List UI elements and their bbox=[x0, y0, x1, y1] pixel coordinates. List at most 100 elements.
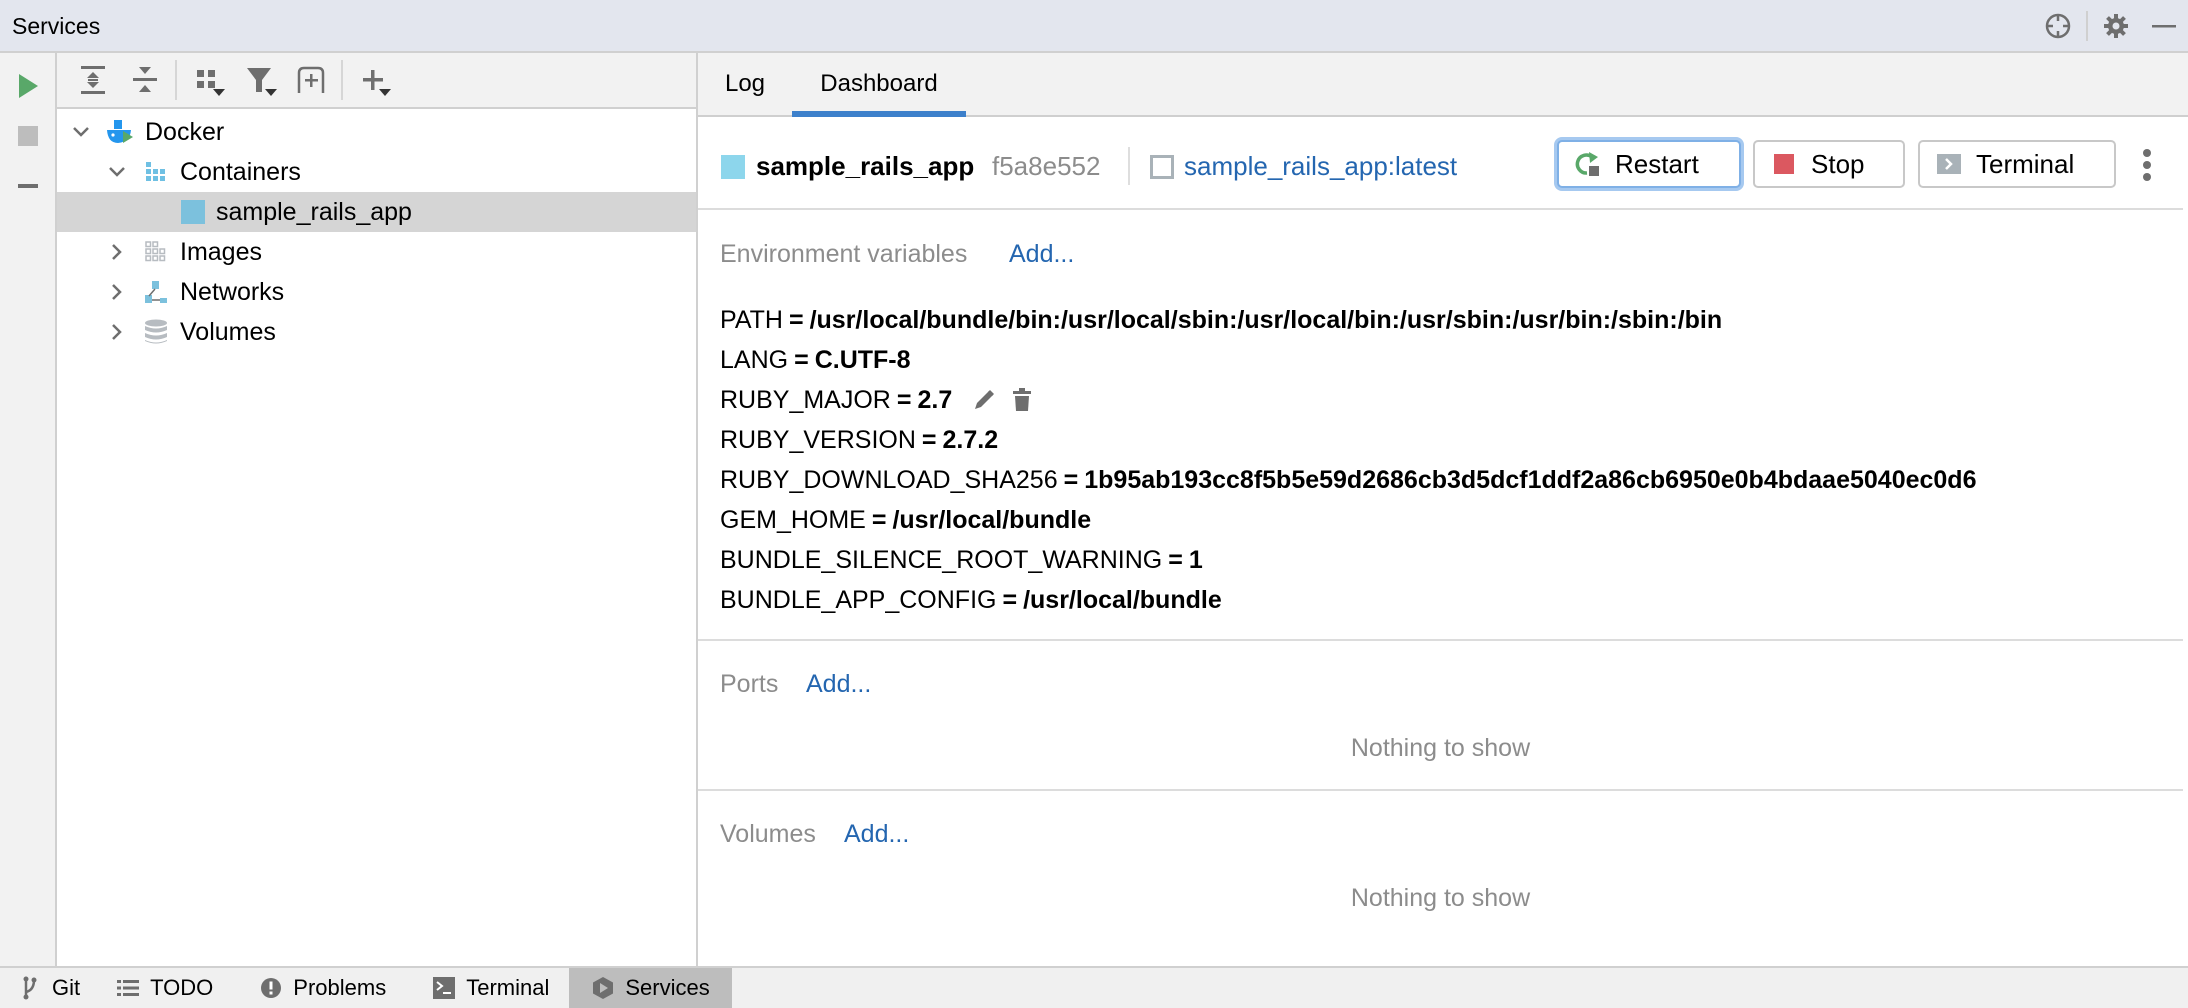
env-var-value: /usr/local/bundle bbox=[892, 505, 1092, 534]
ports-empty-text: Nothing to show bbox=[1350, 734, 1531, 762]
chevron-down-icon[interactable] bbox=[105, 160, 129, 184]
tree-item-docker[interactable]: Docker bbox=[57, 112, 696, 152]
stop-button[interactable]: Stop bbox=[1753, 140, 1905, 188]
env-var-list: PATH =/usr/local/bundle/bin:/usr/local/sb… bbox=[720, 300, 1976, 620]
tree-item-label: Containers bbox=[180, 157, 301, 186]
env-var-row[interactable]: RUBY_DOWNLOAD_SHA256 = 1b95ab193cc8f5b5e59… bbox=[720, 460, 1976, 500]
restart-button[interactable]: Restart bbox=[1557, 140, 1741, 188]
container-id: f5a8e552 bbox=[992, 151, 1101, 181]
docker-icon bbox=[105, 117, 135, 147]
tree-item-label: Docker bbox=[145, 117, 225, 146]
collapse-all-icon bbox=[133, 67, 157, 92]
edit-button[interactable] bbox=[970, 386, 998, 414]
tree-toolbar bbox=[57, 53, 696, 109]
toolbar-separator bbox=[175, 60, 177, 100]
tree-item-images[interactable]: Images bbox=[57, 232, 696, 272]
env-var-row[interactable]: BUNDLE_APP_CONFIG =/usr/local/bundle bbox=[720, 580, 1976, 620]
containers-icon bbox=[141, 157, 171, 187]
volumes-add-link[interactable]: Add... bbox=[844, 820, 909, 849]
tree-item-label: sample_rails_app bbox=[216, 197, 412, 226]
chevron-right-icon[interactable] bbox=[105, 240, 129, 264]
tab-log[interactable]: Log bbox=[698, 53, 792, 115]
stop-button[interactable] bbox=[0, 111, 55, 161]
env-var-key: PATH bbox=[720, 305, 783, 334]
env-var-value: /usr/local/bundle bbox=[1023, 585, 1222, 614]
ports-add-link[interactable]: Add... bbox=[806, 670, 871, 699]
problems-icon bbox=[259, 976, 283, 1000]
env-var-equals: = bbox=[1168, 545, 1183, 574]
more-options-icon[interactable] bbox=[2132, 147, 2162, 183]
env-add-link[interactable]: Add... bbox=[1009, 240, 1074, 269]
header-separator bbox=[1128, 147, 1130, 185]
tool-window-label: Terminal bbox=[466, 975, 550, 1000]
services-tree-panel: Docker Containers sample_rails_app Image… bbox=[57, 53, 698, 966]
volumes-empty-text: Nothing to show bbox=[1350, 884, 1531, 912]
env-var-equals: = bbox=[1063, 465, 1079, 494]
env-var-row[interactable]: LANG = C.UTF-8 bbox=[720, 340, 1976, 380]
tree-item-networks[interactable]: Networks bbox=[57, 272, 696, 312]
restart-icon bbox=[1575, 151, 1601, 177]
filter-button[interactable] bbox=[233, 57, 285, 103]
add-service-icon bbox=[297, 66, 325, 93]
stop-icon bbox=[17, 126, 38, 146]
container-header: sample_rails_app f5a8e552 sample_rails_a… bbox=[698, 117, 2183, 210]
tool-window-problems[interactable]: Problems bbox=[233, 968, 406, 1008]
dropdown-arrow-icon bbox=[213, 89, 225, 96]
tool-window-terminal[interactable]: Terminal bbox=[406, 968, 569, 1008]
env-var-row[interactable]: GEM_HOME =/usr/local/bundle bbox=[720, 500, 1976, 540]
expand-all-button[interactable] bbox=[67, 57, 119, 103]
chevron-right-icon[interactable] bbox=[105, 320, 129, 344]
tree-item-label: Volumes bbox=[180, 317, 276, 346]
terminal-icon bbox=[432, 976, 456, 1000]
chevron-down-icon[interactable] bbox=[69, 120, 93, 144]
tool-window-label: Problems bbox=[293, 975, 387, 1000]
tool-window-services[interactable]: Services bbox=[569, 968, 732, 1008]
new-service-button[interactable] bbox=[285, 57, 337, 103]
tree-item-sample-rails-app[interactable]: sample_rails_app bbox=[57, 192, 696, 232]
minimize-icon[interactable] bbox=[2140, 0, 2188, 51]
env-var-key: RUBY_DOWNLOAD_SHA256 bbox=[720, 465, 1058, 494]
minus-button[interactable] bbox=[0, 161, 55, 211]
delete-button[interactable] bbox=[1008, 386, 1036, 414]
env-var-key: RUBY_MAJOR bbox=[720, 385, 891, 414]
tool-window-label: Services bbox=[625, 975, 710, 1000]
tab-bar: Log Dashboard bbox=[698, 53, 2188, 117]
networks-icon bbox=[141, 277, 171, 307]
stop-label: Stop bbox=[1811, 148, 1865, 179]
env-var-equals: = bbox=[871, 505, 887, 534]
services-icon bbox=[591, 976, 615, 1000]
git-branch-icon bbox=[18, 976, 42, 1000]
group-by-button[interactable] bbox=[181, 57, 233, 103]
trash-icon bbox=[1013, 388, 1032, 411]
minus-icon bbox=[17, 184, 38, 188]
collapse-all-button[interactable] bbox=[119, 57, 171, 103]
env-var-equals: = bbox=[896, 385, 912, 414]
env-var-row[interactable]: RUBY_VERSION = 2.7.2 bbox=[720, 420, 1976, 460]
terminal-button[interactable]: Terminal bbox=[1918, 140, 2116, 188]
env-var-value: C.UTF-8 bbox=[814, 345, 911, 374]
env-var-row[interactable]: BUNDLE_SILENCE_ROOT_WARNING = 1 bbox=[720, 540, 1976, 580]
expand-all-icon bbox=[81, 66, 105, 94]
run-button[interactable] bbox=[0, 61, 55, 111]
tree-item-volumes[interactable]: Volumes bbox=[57, 312, 696, 352]
image-link[interactable]: sample_rails_app:latest bbox=[1184, 151, 1457, 182]
tool-window-todo[interactable]: TODO bbox=[100, 968, 233, 1008]
env-var-row[interactable]: RUBY_MAJOR = 2.7 bbox=[720, 380, 1976, 420]
env-var-key: BUNDLE_SILENCE_ROOT_WARNING bbox=[720, 545, 1163, 574]
terminal-icon bbox=[1936, 151, 1962, 177]
locate-icon[interactable] bbox=[2034, 0, 2082, 51]
add-button[interactable] bbox=[347, 57, 399, 103]
container-status-icon bbox=[721, 155, 745, 179]
env-var-row[interactable]: PATH =/usr/local/bundle/bin:/usr/local/sb… bbox=[720, 300, 1976, 340]
tab-dashboard[interactable]: Dashboard bbox=[792, 53, 966, 117]
gear-icon[interactable] bbox=[2092, 0, 2140, 51]
tool-window-git[interactable]: Git bbox=[0, 968, 100, 1008]
env-var-value: 1b95ab193cc8f5b5e59d2686cb3d5dcf1ddf2a86… bbox=[1084, 465, 1977, 494]
tool-window-bar: Git TODO Problems Terminal Services bbox=[0, 966, 2188, 1008]
toolbar-separator bbox=[341, 60, 343, 100]
images-icon bbox=[141, 237, 171, 267]
window-title: Services bbox=[12, 13, 101, 39]
chevron-right-icon[interactable] bbox=[105, 280, 129, 304]
tree-item-containers[interactable]: Containers bbox=[57, 152, 696, 192]
tree-item-label: Networks bbox=[180, 277, 285, 306]
